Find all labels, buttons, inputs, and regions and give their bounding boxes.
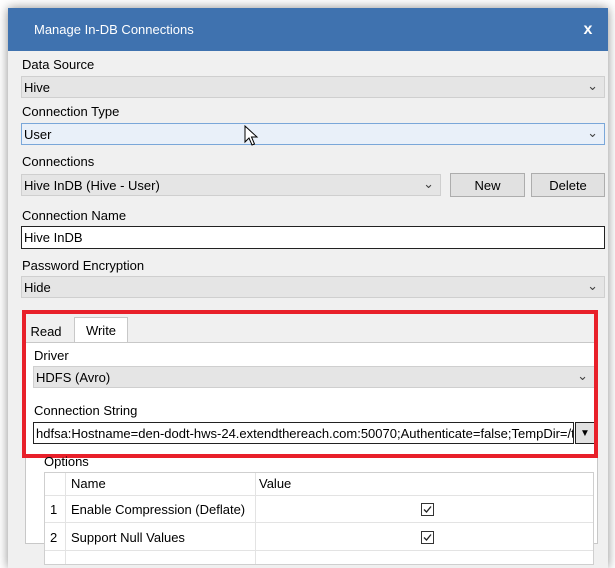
close-icon: x xyxy=(583,20,593,38)
connection-string-dropdown-button[interactable]: ▼ xyxy=(575,422,595,444)
tab-write[interactable]: Write xyxy=(74,317,128,343)
checkmark-icon xyxy=(423,506,432,513)
title-bar: Manage In-DB Connections x xyxy=(8,8,608,51)
row-divider xyxy=(45,522,593,523)
password-encryption-select[interactable]: Hide ⌄ xyxy=(21,276,605,298)
connection-string-field[interactable]: hdfsa:Hostname=den-dodt-hws-24.extendthe… xyxy=(33,422,574,444)
password-encryption-label: Password Encryption xyxy=(22,258,145,273)
data-source-label: Data Source xyxy=(22,57,95,72)
data-source-value: Hive xyxy=(24,80,51,95)
row-divider xyxy=(45,495,593,496)
options-grid: Name Value 1 Enable Compression (Deflate… xyxy=(44,472,594,565)
connections-select[interactable]: Hive InDB (Hive - User) ⌄ xyxy=(21,174,441,196)
mouse-cursor-icon xyxy=(244,125,259,146)
options-label: Options xyxy=(44,454,89,469)
option-name: Enable Compression (Deflate) xyxy=(71,502,246,517)
connection-name-label: Connection Name xyxy=(22,208,127,223)
data-source-select[interactable]: Hive ⌄ xyxy=(21,76,605,98)
checkmark-icon xyxy=(423,534,432,541)
connection-name-value: Hive InDB xyxy=(24,230,83,245)
connection-type-label: Connection Type xyxy=(22,104,120,119)
chevron-down-icon: ⌄ xyxy=(587,125,598,140)
connections-label: Connections xyxy=(22,154,95,169)
enable-compression-checkbox[interactable] xyxy=(421,503,434,516)
row-index: 2 xyxy=(50,530,58,545)
chevron-down-icon: ⌄ xyxy=(587,78,598,93)
support-null-values-checkbox[interactable] xyxy=(421,531,434,544)
chevron-down-icon: ⌄ xyxy=(587,278,598,293)
close-button[interactable]: x xyxy=(568,8,608,51)
driver-label: Driver xyxy=(34,348,69,363)
dialog-window: Manage In-DB Connections x Data Source H… xyxy=(8,8,608,568)
driver-value: HDFS (Avro) xyxy=(36,370,111,385)
password-encryption-value: Hide xyxy=(24,280,51,295)
connection-type-select[interactable]: User ⌄ xyxy=(21,123,605,145)
tab-read[interactable]: Read xyxy=(25,319,67,343)
row-divider xyxy=(45,550,593,551)
window-title: Manage In-DB Connections xyxy=(34,22,194,37)
connection-name-field[interactable]: Hive InDB xyxy=(21,226,605,249)
row-index: 1 xyxy=(50,502,58,517)
driver-select[interactable]: HDFS (Avro) ⌄ xyxy=(33,366,595,388)
chevron-down-icon: ⌄ xyxy=(577,368,588,383)
connection-string-label: Connection String xyxy=(34,403,138,418)
chevron-down-icon: ⌄ xyxy=(423,176,434,191)
connection-string-value: hdfsa:Hostname=den-dodt-hws-24.extendthe… xyxy=(36,426,574,441)
connection-type-value: User xyxy=(24,127,52,142)
option-name: Support Null Values xyxy=(71,530,185,545)
triangle-down-icon: ▼ xyxy=(580,427,590,439)
connections-value: Hive InDB (Hive - User) xyxy=(24,178,160,193)
delete-connection-button[interactable]: Delete xyxy=(531,173,605,197)
new-connection-button[interactable]: New xyxy=(450,173,525,197)
